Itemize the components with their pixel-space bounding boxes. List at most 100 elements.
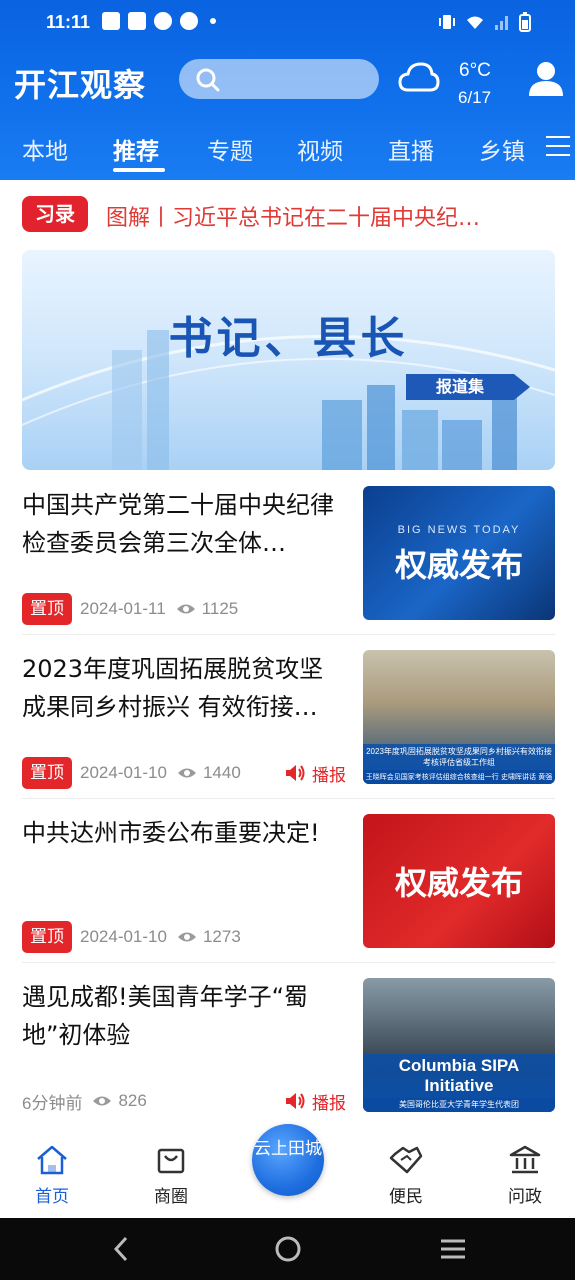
app-logo: 开江观察 [14,66,147,104]
broadcast-button[interactable]: 播报 [284,1085,346,1117]
news-thumbnail: 权威发布 [363,814,555,948]
shopping-bag-icon [157,1148,185,1174]
divider [22,962,555,963]
bottom-navigation: 首页 商圈 云上田城 便民 问政 [0,1120,575,1218]
news-item[interactable]: 中国共产党第二十届中央纪律检查委员会第三次全体… 置顶 2024-01-11 1… [22,486,555,636]
mail-icon [128,12,146,30]
view-count: 1125 [201,599,239,618]
recent-apps-icon[interactable] [439,1237,467,1261]
news-item[interactable]: 中共达州市委公布重要决定! 置顶 2024-01-10 1273 权威发布 [22,814,555,964]
divider [22,634,555,635]
tab-topics[interactable]: 专题 [207,132,253,166]
tab-towns[interactable]: 乡镇 [479,132,525,166]
broadcast-label: 播报 [312,1093,346,1114]
thumbnail-subtitle: BIG NEWS TODAY [397,524,521,536]
thumbnail-title: 权威发布 [394,546,523,584]
thumbnail-title: 权威发布 [394,864,523,902]
view-count: 1273 [202,927,241,946]
government-building-icon [509,1145,541,1174]
pinned-badge: 置顶 [22,593,72,625]
wifi-icon [467,16,483,29]
news-title: 中共达州市委公布重要决定! [22,819,320,847]
nav-service-label: 便民 [389,1187,423,1207]
eye-icon [177,768,196,778]
status-bar: 11:11 [0,0,575,46]
more-dot-icon [210,18,216,24]
status-time: 11:11 [46,12,91,32]
thumbnail-caption: Columbia SIPA Initiative [363,1054,555,1098]
news-date: 2024-01-10 [80,927,167,946]
news-thumbnail: 2023年度巩固拓展脱贫攻坚成果同乡村振兴有效衔接考核评估省级工作组 王晓晖会见… [363,650,555,784]
thumbnail-caption: 2023年度巩固拓展脱贫攻坚成果同乡村振兴有效衔接考核评估省级工作组 [363,744,555,770]
channel-tabs: 本地 推荐 专题 视频 直播 乡镇 [0,128,575,174]
view-count: 1440 [202,763,241,782]
nav-shop[interactable]: 商圈 [131,1144,211,1207]
banner-title: 书记、县长 [168,313,409,364]
compass-icon [154,12,172,30]
center-action-button[interactable]: 云上田城 [252,1124,324,1196]
tab-video[interactable]: 视频 [297,132,343,166]
broadcast-label: 播报 [312,765,346,786]
weather-date: 6/17 [458,88,492,107]
handshake-icon [389,1146,423,1174]
system-navigation-bar [0,1218,575,1280]
notification-icons [102,12,216,30]
weather-temperature: 6°C [459,60,491,81]
thumbnail-subcaption: 王晓晖会见国家考核评估组综合核查组一行 史啸晖讲话 黄强作表态发言 [363,770,555,784]
broadcast-button[interactable]: 播报 [284,757,346,789]
view-count: 826 [118,1091,147,1110]
banner-tag: 报道集 [406,374,514,400]
headline-ticker[interactable]: 习录 图解丨习近平总书记在二十届中央纪… [22,196,555,234]
nav-shop-label: 商圈 [154,1187,188,1207]
nav-ask[interactable]: 问政 [485,1144,565,1207]
cloud-icon [398,62,440,92]
news-thumbnail: BIG NEWS TODAY 权威发布 [363,486,555,620]
news-date: 6分钟前 [22,1093,83,1113]
pinned-badge: 置顶 [22,757,72,789]
news-item[interactable]: 2023年度巩固拓展脱贫攻坚成果同乡村振兴 有效衔接… 置顶 2024-01-1… [22,650,555,800]
news-date: 2024-01-10 [80,763,167,782]
news-thumbnail: Columbia SIPA Initiative 美国哥伦比亚大学青年学生代表团 [363,978,555,1112]
app-header: 11:11 开江观察 6°C 6/17 本地 推荐 专题 视频 直播 乡镇 [0,0,575,180]
thumbnail-subcaption: 美国哥伦比亚大学青年学生代表团 [363,1098,555,1112]
headline-text: 图解丨习近平总书记在二十届中央纪… [106,206,481,231]
nav-home[interactable]: 首页 [12,1144,92,1207]
news-meta: 置顶 2024-01-10 1440 [22,757,241,789]
news-meta: 6分钟前 826 [22,1085,147,1117]
system-status-icons [437,12,531,32]
tab-recommend[interactable]: 推荐 [113,132,159,166]
news-title: 中国共产党第二十届中央纪律检查委员会第三次全体… [22,491,334,557]
eye-icon [177,932,196,942]
news-date: 2024-01-11 [80,599,166,618]
compass-icon [180,12,198,30]
back-icon[interactable] [112,1235,132,1263]
tab-local[interactable]: 本地 [22,132,68,166]
speaker-icon [286,1093,305,1109]
news-meta: 置顶 2024-01-11 1125 [22,593,238,625]
search-icon [196,68,220,92]
eye-icon [93,1096,112,1106]
vibrate-icon [439,15,455,29]
signal-icon [495,16,508,30]
speaker-icon [286,765,305,781]
home-circle-icon[interactable] [274,1235,302,1263]
tab-live[interactable]: 直播 [388,132,434,166]
nav-service[interactable]: 便民 [366,1144,446,1207]
search-bar[interactable] [179,59,379,99]
user-profile-icon[interactable] [527,59,565,97]
news-item[interactable]: 遇见成都!美国青年学子“蜀地”初体验 6分钟前 826 播报 Columbia … [22,978,555,1128]
pinned-badge: 置顶 [22,921,72,953]
nav-home-label: 首页 [35,1187,69,1207]
feature-banner[interactable]: 书记、县长 报道集 [22,250,555,470]
menu-icon[interactable] [546,136,570,163]
news-title: 遇见成都!美国青年学子“蜀地”初体验 [22,983,309,1049]
battery-icon [519,12,531,32]
xi-badge: 习录 [22,196,88,232]
news-title: 2023年度巩固拓展脱贫攻坚成果同乡村振兴 有效衔接… [22,655,324,721]
nav-ask-label: 问政 [508,1187,542,1207]
divider [22,798,555,799]
eye-icon [176,604,195,614]
arrow-right-icon [514,374,530,400]
home-icon [37,1145,67,1175]
mail-icon [102,12,120,30]
